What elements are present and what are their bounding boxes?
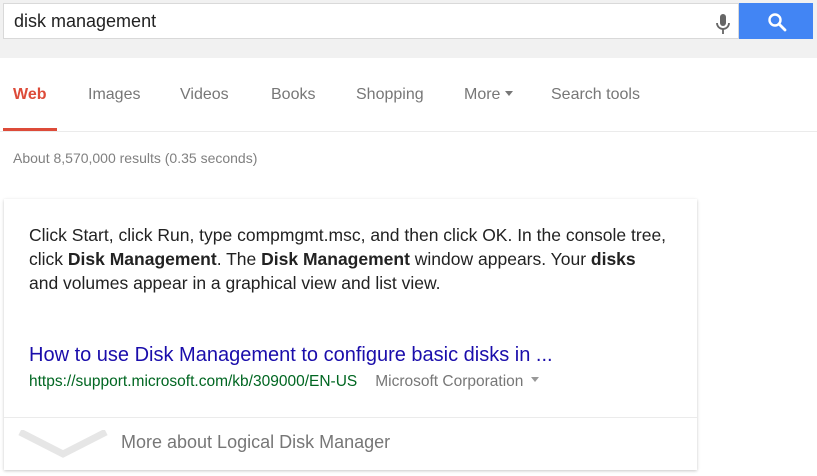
active-tab-indicator [3,128,57,131]
answer-card: Click Start, click Run, type compmgmt.ms… [4,199,697,470]
tab-videos[interactable]: Videos [180,86,229,104]
tab-search-tools[interactable]: Search tools [551,86,640,104]
result-title-link[interactable]: How to use Disk Management to configure … [29,344,553,367]
search-header [0,0,817,58]
search-box[interactable] [3,3,739,39]
snippet-text: . The [216,249,262,269]
snippet-highlight: Disk Management [67,249,217,269]
result-source[interactable]: Microsoft Corporation [375,373,540,390]
tab-books[interactable]: Books [271,86,315,104]
tab-shopping[interactable]: Shopping [356,86,424,104]
search-tabs: Web Images Videos Books Shopping More Se… [0,58,817,132]
snippet-text: and volumes appear in a graphical view a… [29,273,441,293]
tab-web[interactable]: Web [13,86,46,104]
snippet-highlight: Disk Management [261,249,410,269]
chevron-down-icon [18,428,108,463]
search-button[interactable] [739,3,813,39]
result-url: https://support.microsoft.com/kb/309000/… [29,373,358,390]
search-input[interactable] [14,4,704,38]
result-source-label: Microsoft Corporation [375,373,524,390]
caret-down-icon [505,91,514,97]
tab-images[interactable]: Images [88,86,140,104]
more-about-label: More about Logical Disk Manager [121,432,391,452]
answer-snippet: Click Start, click Run, type compmgmt.ms… [29,223,669,295]
caret-down-icon [531,377,540,383]
more-about-button[interactable]: More about Logical Disk Manager [4,418,697,470]
tab-more[interactable]: More [464,86,514,104]
result-url-row: https://support.microsoft.com/kb/309000/… [29,373,540,391]
snippet-highlight: disks [590,249,636,269]
result-stats: About 8,570,000 results (0.35 seconds) [13,150,258,166]
tab-more-label: More [464,86,501,103]
snippet-text: window appears. Your [409,249,591,269]
microphone-icon[interactable] [711,12,735,36]
